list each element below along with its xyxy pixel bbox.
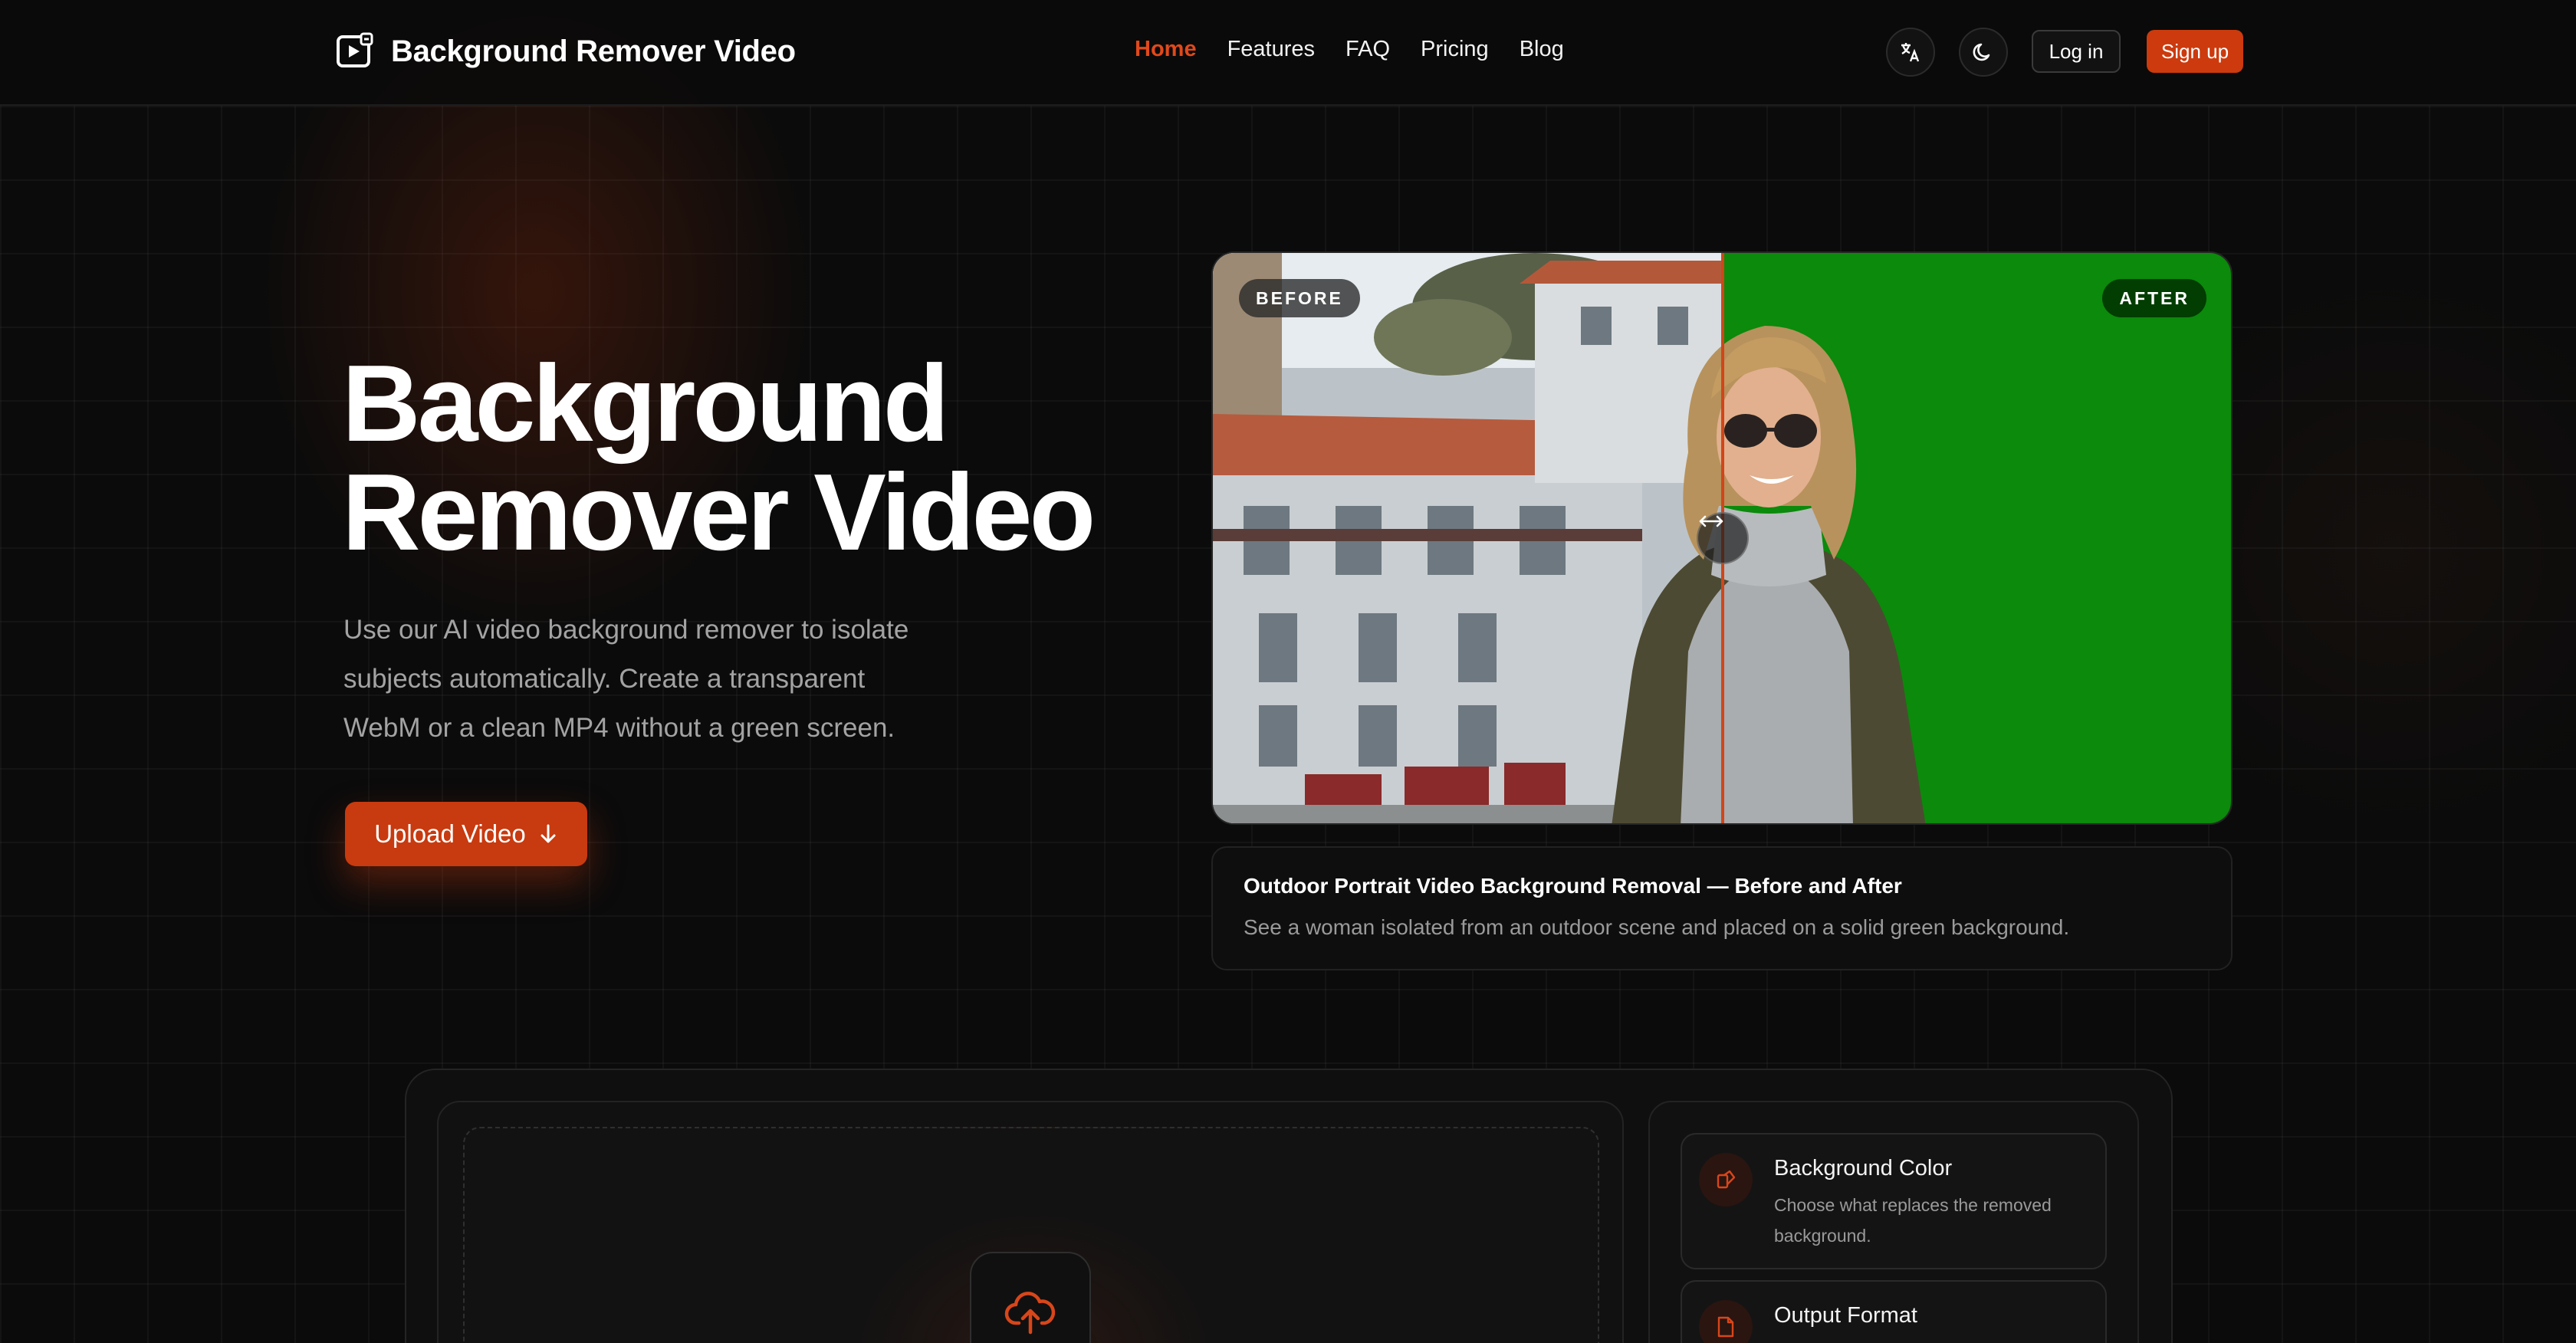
file-icon-wrap xyxy=(1699,1300,1753,1343)
file-icon xyxy=(1717,1316,1734,1338)
dropzone-upload-button[interactable] xyxy=(970,1252,1091,1343)
top-navbar: Background Remover Video Home Features F… xyxy=(0,0,2576,106)
arrows-horizontal-icon xyxy=(1699,515,1723,527)
theme-toggle-button[interactable] xyxy=(1959,28,2008,77)
nav-link-pricing[interactable]: Pricing xyxy=(1421,37,1489,62)
nav-links: Home Features FAQ Pricing Blog xyxy=(1135,37,1564,62)
upload-video-button[interactable]: Upload Video xyxy=(345,802,587,866)
brand[interactable]: Background Remover Video xyxy=(336,32,796,71)
hero-description: Use our AI video background remover to i… xyxy=(343,615,909,743)
nav-link-faq[interactable]: FAQ xyxy=(1346,37,1390,62)
signup-button[interactable]: Sign up xyxy=(2147,30,2243,73)
caption-subtitle: See a woman isolated from an outdoor sce… xyxy=(1244,915,2070,939)
comparison-caption: Outdoor Portrait Video Background Remova… xyxy=(1211,846,2233,970)
hero-title: Background Remover Video xyxy=(342,350,1185,567)
before-after-comparison[interactable]: BEFORE AFTER xyxy=(1211,251,2233,825)
after-label: AFTER xyxy=(2102,279,2206,317)
nav-link-home[interactable]: Home xyxy=(1135,37,1197,62)
page: Background Remover Video Home Features F… xyxy=(0,0,2576,1343)
comparison-slider-handle[interactable] xyxy=(1697,512,1749,564)
moon-icon xyxy=(1973,43,1990,61)
brand-name: Background Remover Video xyxy=(391,34,796,68)
upload-video-label: Upload Video xyxy=(374,819,526,848)
translate-icon xyxy=(1901,43,1920,62)
caption-title: Outdoor Portrait Video Background Remova… xyxy=(1244,874,1902,898)
hero-title-line-2: Remover Video xyxy=(342,451,1096,573)
cloud-upload-icon xyxy=(1004,1292,1056,1335)
palette-icon xyxy=(1717,1170,1736,1189)
background-color-description: Choose what replaces the removed backgro… xyxy=(1774,1195,2052,1246)
play-video-icon xyxy=(337,32,373,67)
output-format-option[interactable]: Output Format xyxy=(1681,1280,2107,1343)
background-color-title: Background Color xyxy=(1774,1156,1953,1180)
language-button[interactable] xyxy=(1886,28,1935,77)
background-color-option[interactable]: Background Color Choose what replaces th… xyxy=(1681,1133,2107,1269)
palette-icon-wrap xyxy=(1699,1153,1753,1207)
nav-link-blog[interactable]: Blog xyxy=(1520,37,1564,62)
hero-title-line-1: Background xyxy=(342,343,949,465)
output-format-title: Output Format xyxy=(1774,1303,1917,1328)
nav-link-features[interactable]: Features xyxy=(1227,37,1315,62)
before-label: BEFORE xyxy=(1239,279,1360,317)
arrow-down-icon xyxy=(540,824,556,843)
login-button[interactable]: Log in xyxy=(2032,30,2121,73)
